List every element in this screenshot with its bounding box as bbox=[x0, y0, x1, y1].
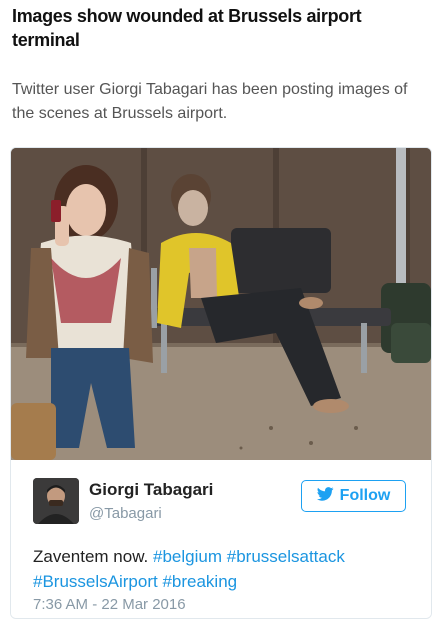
tweet-text: Zaventem now. #belgium #brusselsattack #… bbox=[33, 544, 423, 594]
tweet-photo[interactable] bbox=[11, 148, 431, 460]
article-lead: Twitter user Giorgi Tabagari has been po… bbox=[12, 81, 408, 122]
hashtag-link[interactable]: #breaking bbox=[162, 572, 237, 591]
tweet-body: Giorgi Tabagari @Tabagari Follow Zavente… bbox=[11, 460, 431, 618]
article-headline: Images show wounded at Brussels airport … bbox=[12, 6, 362, 50]
follow-label: Follow bbox=[339, 487, 391, 504]
avatar[interactable] bbox=[33, 478, 79, 524]
embedded-tweet-card[interactable]: Giorgi Tabagari @Tabagari Follow Zavente… bbox=[10, 147, 432, 619]
tweet-timestamp[interactable]: 7:36 AM - 22 Mar 2016 bbox=[33, 596, 186, 613]
tweet-author-handle[interactable]: @Tabagari bbox=[89, 505, 162, 522]
follow-button[interactable]: Follow bbox=[301, 480, 406, 512]
tweet-author-name[interactable]: Giorgi Tabagari bbox=[89, 480, 213, 500]
airport-scene-illustration bbox=[11, 148, 431, 460]
avatar-image bbox=[33, 478, 79, 524]
twitter-bird-icon bbox=[316, 486, 334, 506]
hashtag-link[interactable]: #belgium bbox=[153, 547, 222, 566]
tweet-text-plain: Zaventem now. bbox=[33, 547, 149, 566]
hashtag-link[interactable]: #BrusselsAirport bbox=[33, 572, 158, 591]
hashtag-link[interactable]: #brusselsattack bbox=[227, 547, 345, 566]
